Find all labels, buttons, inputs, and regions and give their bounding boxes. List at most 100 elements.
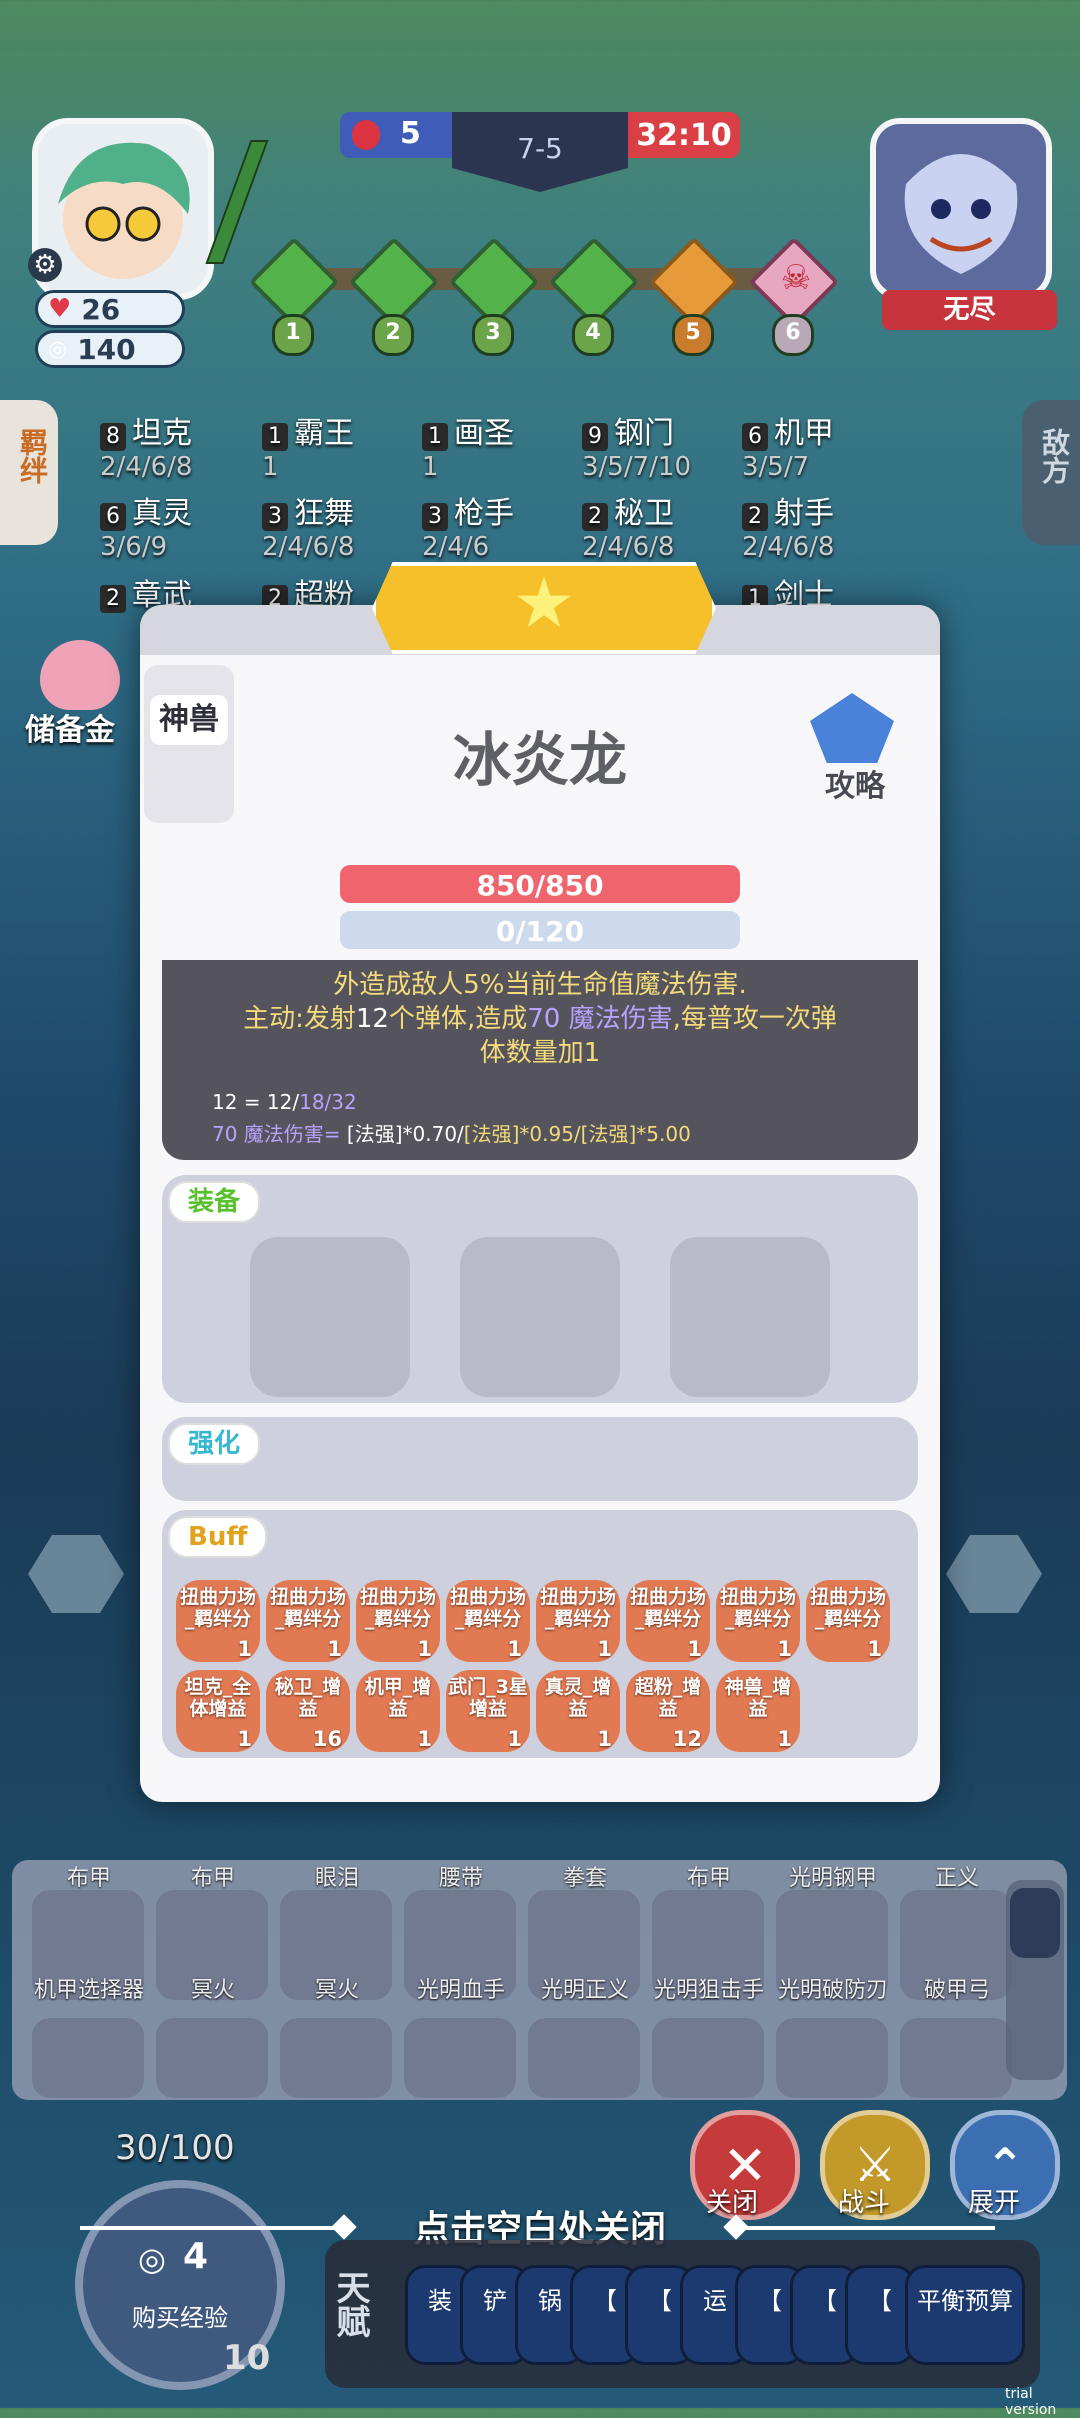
round-label: 7-5 xyxy=(517,132,563,165)
hp-value: 850/850 xyxy=(476,869,604,902)
balance-budget-button[interactable]: 平衡预算 xyxy=(905,2265,1025,2365)
item-top-label: 光明钢甲 xyxy=(788,1866,877,1891)
item-top-label: 拳套 xyxy=(562,1866,607,1891)
shop-item[interactable] xyxy=(32,2018,144,2098)
trait-gunner[interactable]: 3 枪手 2/4/6 xyxy=(422,488,514,562)
enemy-avatar[interactable] xyxy=(870,118,1052,300)
hex-tile-left xyxy=(28,1535,124,1613)
stage-num-2: 2 xyxy=(372,314,414,356)
skull-icon: ☠ xyxy=(780,258,812,298)
player-gold: 140 xyxy=(77,332,136,366)
trait-tank[interactable]: 8 坦克 2/4/6/8 xyxy=(100,408,192,482)
buy-xp-button[interactable]: ◎ 4 购买经验 10 xyxy=(75,2180,285,2390)
shop-item[interactable] xyxy=(528,2018,640,2098)
mana-bar: 0/120 xyxy=(340,911,740,949)
shop-item[interactable] xyxy=(404,2018,516,2098)
shop-item[interactable] xyxy=(156,2018,268,2098)
round-box: 7-5 xyxy=(452,112,628,192)
stage-num-4: 4 xyxy=(572,314,614,356)
desc-line-2: 主动:发射12个弹体,造成70 魔法伤害,每普攻一次弹 xyxy=(243,1004,837,1034)
enhance-label: 强化 xyxy=(168,1423,261,1465)
hint-line-right xyxy=(740,2226,995,2230)
equip-slot-1[interactable] xyxy=(250,1237,410,1397)
hp-bar: 850/850 xyxy=(340,865,740,903)
buff-chip[interactable]: 扭曲力场_羁绊分 1 xyxy=(356,1580,440,1662)
item-top-label: 布甲 xyxy=(190,1866,235,1891)
trait-archer[interactable]: 2 射手 2/4/6/8 xyxy=(742,488,834,562)
enhance-section: 强化 xyxy=(162,1417,918,1501)
buff-chip[interactable]: 秘卫_增益 16 xyxy=(266,1670,350,1752)
shield-icon xyxy=(352,120,380,150)
buy-label: 购买经验 xyxy=(132,2304,228,2332)
heart-icon: ♥ xyxy=(48,294,72,324)
shop-scroll-thumb[interactable] xyxy=(1010,1888,1060,1958)
item-label: 机甲选择器 xyxy=(33,1978,144,2003)
shop-scrollbar[interactable] xyxy=(1006,1880,1064,2080)
settings-gear-icon[interactable]: ⚙ xyxy=(28,248,62,282)
equip-slot-2[interactable] xyxy=(460,1237,620,1397)
piggy-bank-icon[interactable] xyxy=(40,640,120,710)
buff-chip[interactable]: 扭曲力场_羁绊分 1 xyxy=(266,1580,350,1662)
trait-spirit[interactable]: 6 真灵 3/6/9 xyxy=(100,488,192,562)
trait-overlord[interactable]: 1 霸王 1 xyxy=(262,408,354,482)
hex-tile-right xyxy=(946,1535,1042,1613)
item-label: 光明破防刃 xyxy=(777,1978,888,2003)
strategy-button[interactable]: 攻略 xyxy=(800,693,910,804)
desc-line-3: 体数量加1 xyxy=(479,1038,601,1068)
trait-dancer[interactable]: 3 狂舞 2/4/6/8 xyxy=(262,488,354,562)
item-label: 冥火 xyxy=(190,1978,235,2003)
buff-chip[interactable]: 扭曲力场_羁绊分 1 xyxy=(176,1580,260,1662)
trait-painter[interactable]: 1 画圣 1 xyxy=(422,408,514,482)
buff-chip[interactable]: 武门_3星增益 1 xyxy=(446,1670,530,1752)
hp-pill: ♥ 26 xyxy=(35,290,185,328)
buff-label: Buff xyxy=(168,1516,268,1558)
player-hp: 26 xyxy=(81,292,121,326)
item-top-label: 腰带 xyxy=(438,1866,483,1891)
buff-section: Buff 扭曲力场_羁绊分 1 扭曲力场_羁绊分 1 扭曲力场_羁绊分 1 扭曲力场_… xyxy=(162,1510,918,1758)
xp-text: 30/100 xyxy=(115,2128,235,2168)
stage-num-1: 1 xyxy=(272,314,314,356)
buff-chip[interactable]: 扭曲力场_羁绊分 1 xyxy=(626,1580,710,1662)
gold-pill: ◎ 140 xyxy=(35,330,185,368)
formula-2: 70 魔法伤害= [法强]*0.70/[法强]*0.95/[法强]*5.00 xyxy=(212,1122,691,1146)
star-icon xyxy=(517,576,571,627)
stage-num-6: 6 xyxy=(772,314,814,356)
bonds-tab[interactable]: 羁绊 xyxy=(0,400,58,545)
item-label: 冥火 xyxy=(314,1978,359,2003)
enemy-tab[interactable]: 敌方 xyxy=(1022,400,1080,545)
item-label: 光明狙击手 xyxy=(653,1978,764,2003)
buff-chip[interactable]: 坦克_全体增益 1 xyxy=(176,1670,260,1752)
skill-description: 外造成敌人5%当前生命值魔法伤害. 主动:发射12个弹体,造成70 魔法伤害,每… xyxy=(162,960,918,1160)
buff-chip[interactable]: 真灵_增益 1 xyxy=(536,1670,620,1752)
unit-detail-modal: 神兽 冰炎龙 攻略 850/850 0/120 外造成敌人5%当前生命值魔法伤害… xyxy=(140,605,940,1802)
trait-steelgate[interactable]: 9 钢门 3/5/7/10 xyxy=(582,408,691,482)
shop-item[interactable] xyxy=(900,2018,1012,2098)
trait-guard[interactable]: 2 秘卫 2/4/6/8 xyxy=(582,488,674,562)
coin-icon: ◎ xyxy=(48,336,68,362)
buff-chip[interactable]: 扭曲力场_羁绊分 1 xyxy=(536,1580,620,1662)
item-shop: 布甲 布甲 眼泪 腰带 拳套 布甲 光明钢甲 正义 机甲选择器 冥火 冥火 光明… xyxy=(12,1860,1067,2100)
buff-chip[interactable]: 扭曲力场_羁绊分 1 xyxy=(446,1580,530,1662)
hint-diamond-left xyxy=(331,2214,357,2240)
player-portrait-icon xyxy=(58,142,190,279)
buff-chip[interactable]: 机甲_增益 1 xyxy=(356,1670,440,1752)
bonds-tab-label: 羁绊 xyxy=(16,428,49,484)
buff-chip[interactable]: 扭曲力场_羁绊分 1 xyxy=(716,1580,800,1662)
shop-item[interactable] xyxy=(280,2018,392,2098)
item-top-label: 布甲 xyxy=(66,1866,111,1891)
buff-chip[interactable]: 扭曲力场_羁绊分 1 xyxy=(806,1580,890,1662)
piggy-label: 储备金 xyxy=(25,713,115,748)
trait-mecha[interactable]: 6 机甲 3/5/7 xyxy=(742,408,834,482)
formula-1: 12 = 12/18/32 xyxy=(212,1090,357,1114)
score-bar: 5 7-5 32:10 xyxy=(340,112,740,192)
buff-chip[interactable]: 神兽_增益 1 xyxy=(716,1670,800,1752)
buff-chip[interactable]: 超粉_增益 12 xyxy=(626,1670,710,1752)
left-score: 5 xyxy=(400,116,421,151)
timer: 32:10 xyxy=(636,118,732,153)
coin-icon: ◎ xyxy=(138,2240,166,2278)
shop-item[interactable] xyxy=(652,2018,764,2098)
star-banner xyxy=(372,562,716,654)
equip-slot-3[interactable] xyxy=(670,1237,830,1397)
stage-num-3: 3 xyxy=(472,314,514,356)
shop-item[interactable] xyxy=(776,2018,888,2098)
